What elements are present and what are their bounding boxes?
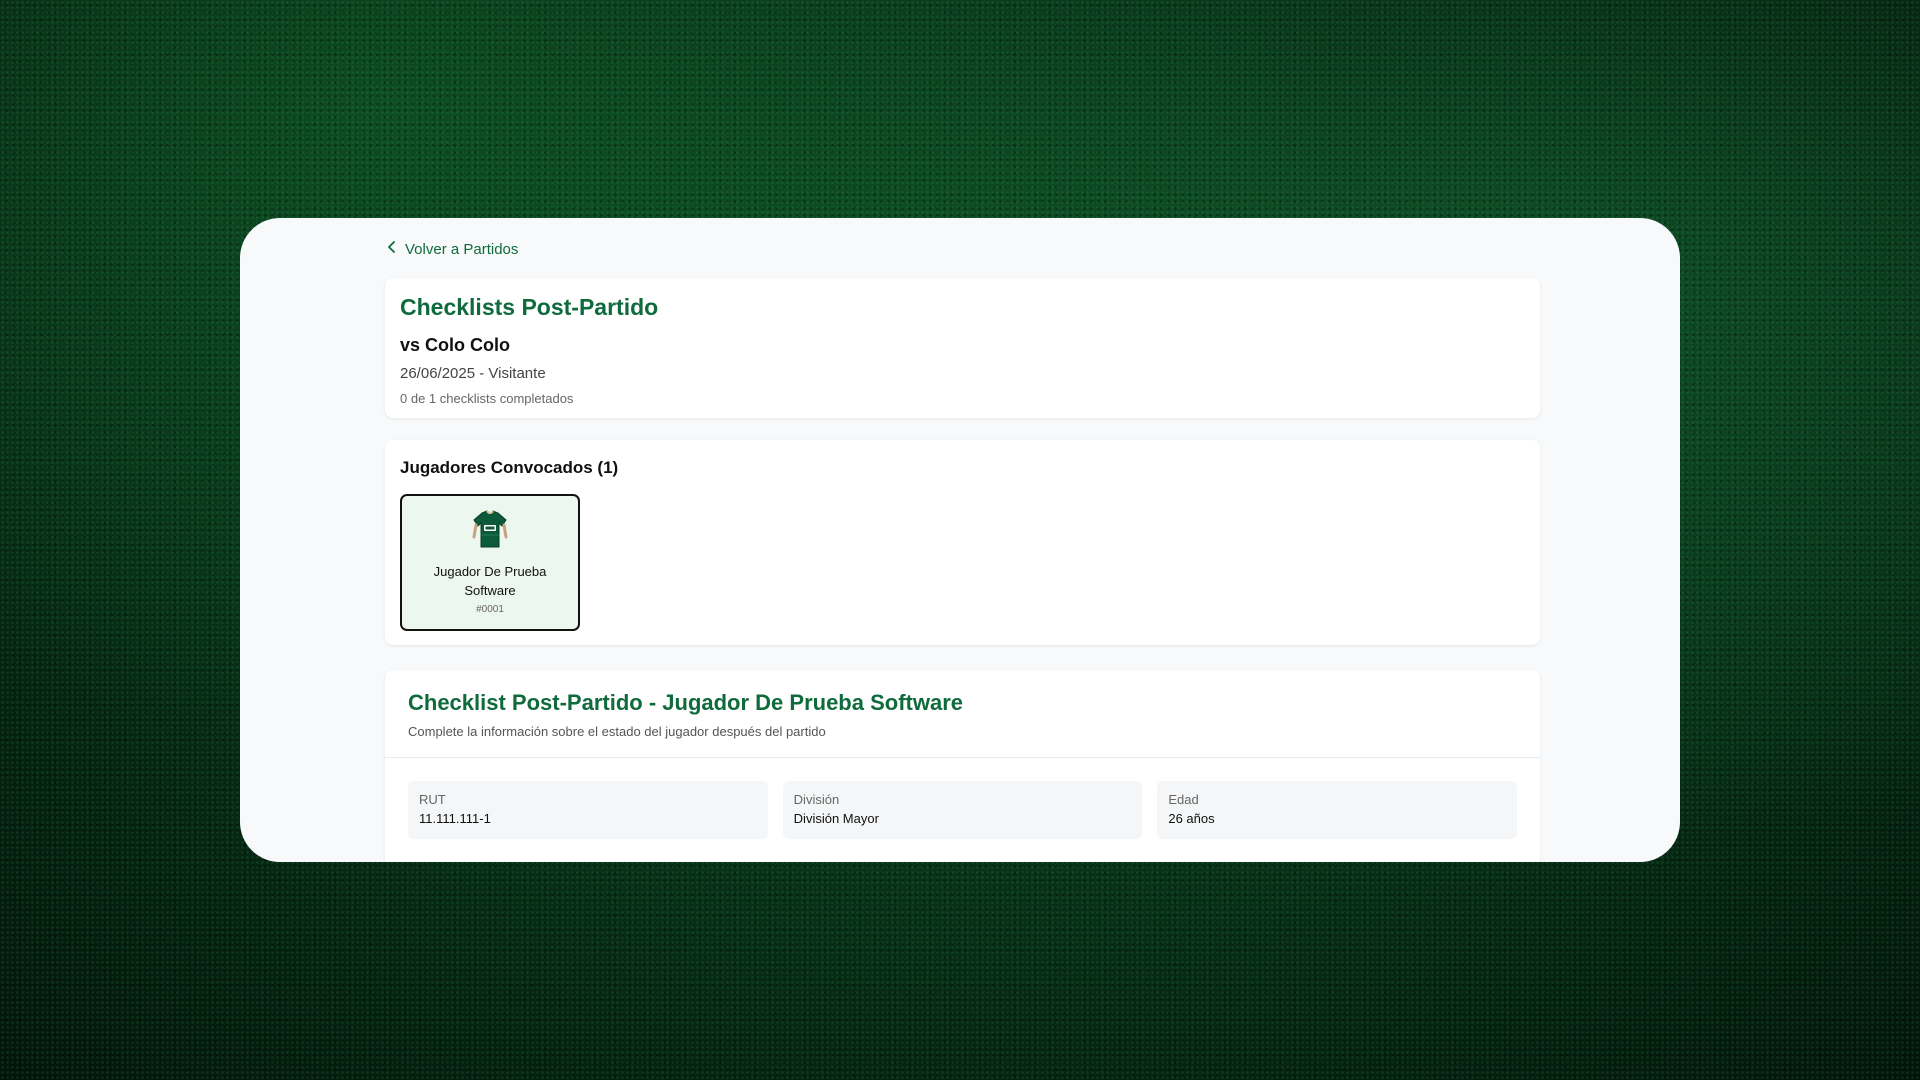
checklist-progress: 0 de 1 checklists completados	[400, 391, 574, 406]
jersey-icon	[468, 507, 512, 556]
match-date-location: 26/06/2025 - Visitante	[400, 365, 546, 382]
info-value: División Mayor	[793, 811, 879, 826]
info-label: División	[793, 792, 840, 807]
back-to-matches-link[interactable]: Volver a Partidos	[385, 240, 518, 258]
player-card[interactable]: Jugador De Prueba Software #0001	[400, 494, 580, 631]
info-value: 11.111.111-1	[419, 811, 491, 826]
players-card: Jugadores Convocados (1) Jugador De Prue…	[385, 440, 1540, 645]
app-window: Volver a Partidos Checklists Post-Partid…	[240, 218, 1680, 862]
player-info-row: RUT 11.111.111-1 División División Mayor…	[385, 758, 1540, 839]
info-label: Edad	[1168, 792, 1199, 807]
info-box-age: Edad 26 años	[1157, 781, 1518, 839]
checklist-title: Checklist Post-Partido - Jugador De Prue…	[408, 690, 964, 715]
checklist-card: Checklist Post-Partido - Jugador De Prue…	[385, 670, 1540, 862]
back-link-label[interactable]: Volver a Partidos	[405, 241, 518, 258]
player-number: #0001	[476, 604, 504, 615]
match-opponent: vs Colo Colo	[400, 335, 511, 355]
checklist-header: Checklist Post-Partido - Jugador De Prue…	[385, 670, 1540, 758]
match-header-card: Checklists Post-Partido vs Colo Colo 26/…	[385, 278, 1540, 418]
info-box-division: División División Mayor	[782, 781, 1143, 839]
info-box-rut: RUT 11.111.111-1	[408, 781, 768, 839]
info-value: 26 años	[1168, 811, 1215, 826]
info-label: RUT	[419, 792, 446, 807]
chevron-left-icon	[385, 240, 399, 258]
page-title: Checklists Post-Partido	[400, 294, 659, 320]
player-name: Jugador De Prueba Software	[433, 564, 547, 598]
checklist-subtitle: Complete la información sobre el estado …	[408, 724, 826, 739]
players-section-title: Jugadores Convocados (1)	[400, 458, 619, 477]
